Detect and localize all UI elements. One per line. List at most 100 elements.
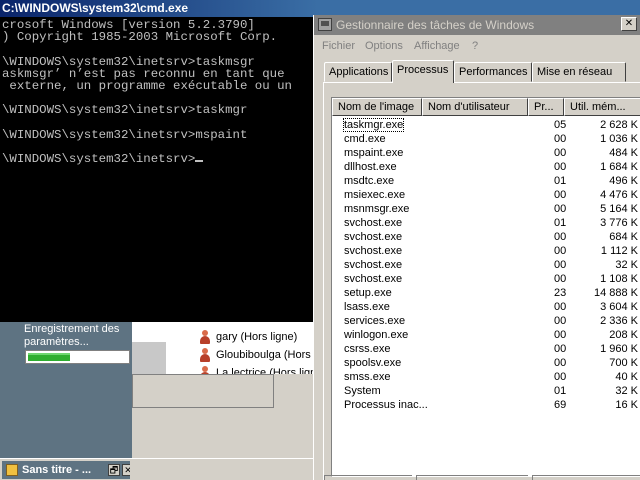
- table-row[interactable]: Processus inac... 69 16 K: [332, 398, 640, 412]
- menu-item-help[interactable]: ?: [472, 39, 478, 53]
- status-bar-segment: [532, 475, 640, 480]
- table-row[interactable]: msiexec.exe 00 4 476 K: [332, 188, 640, 202]
- taskbar-button-paint-label: Sans titre - ...: [22, 464, 92, 476]
- process-memory: 208 K: [609, 329, 638, 341]
- contact-item[interactable]: Gloubiboulga (Hors l: [198, 346, 316, 364]
- cmd-title-bar[interactable]: C:\WINDOWS\system32\cmd.exe: [0, 0, 318, 17]
- table-row[interactable]: cmd.exe 00 1 036 K: [332, 132, 640, 146]
- process-cpu: 00: [554, 161, 567, 173]
- column-header-cpu[interactable]: Pr...: [528, 98, 564, 116]
- column-header-image-name[interactable]: Nom de l'image: [332, 98, 422, 116]
- menu-item-affichage[interactable]: Affichage: [414, 39, 460, 53]
- table-row[interactable]: taskmgr.exe 05 2 628 K: [332, 118, 640, 132]
- task-manager-icon: [318, 18, 332, 31]
- table-row[interactable]: msnmsgr.exe 00 5 164 K: [332, 202, 640, 216]
- tab-mise-en-reseau[interactable]: Mise en réseau: [532, 62, 626, 82]
- process-cpu: 00: [554, 259, 567, 271]
- task-manager-window[interactable]: Gestionnaire des tâches de Windows ✕ Fic…: [313, 15, 640, 480]
- task-manager-title-bar[interactable]: Gestionnaire des tâches de Windows: [314, 15, 640, 35]
- process-name: csrss.exe: [344, 343, 391, 355]
- process-memory: 684 K: [609, 231, 638, 243]
- table-row[interactable]: smss.exe 00 40 K: [332, 370, 640, 384]
- cmd-console-output[interactable]: crosoft Windows [version 5.2.3790]) Copy…: [0, 17, 318, 322]
- process-memory: 496 K: [609, 175, 638, 187]
- close-icon[interactable]: ✕: [122, 464, 130, 476]
- process-name: lsass.exe: [344, 301, 390, 313]
- process-cpu: 01: [554, 217, 567, 229]
- process-name: spoolsv.exe: [344, 357, 402, 369]
- table-row[interactable]: mspaint.exe 00 484 K: [332, 146, 640, 160]
- process-cpu: 00: [554, 231, 567, 243]
- process-name: services.exe: [344, 315, 406, 327]
- process-name: msiexec.exe: [344, 189, 406, 201]
- restore-icon[interactable]: 🗗: [108, 464, 120, 476]
- process-list[interactable]: Nom de l'image Nom d'utilisateur Pr... U…: [331, 97, 640, 477]
- console-line: \WINDOWS\system32\inetsrv>taskmgr: [2, 103, 248, 118]
- process-name: svchost.exe: [344, 217, 403, 229]
- table-row[interactable]: svchost.exe 00 684 K: [332, 230, 640, 244]
- taskbar-button-paint[interactable]: Sans titre - ... 🗗 ✕: [2, 461, 130, 479]
- process-name: setup.exe: [344, 287, 392, 299]
- table-row[interactable]: svchost.exe 00 1 112 K: [332, 244, 640, 258]
- table-row[interactable]: services.exe 00 2 336 K: [332, 314, 640, 328]
- console-line: \WINDOWS\system32\inetsrv>: [2, 153, 318, 165]
- console-line: externe, un programme exécutable ou un: [2, 78, 292, 93]
- process-name: System: [344, 385, 381, 397]
- status-bar-segment: [324, 475, 412, 480]
- table-row[interactable]: svchost.exe 00 32 K: [332, 258, 640, 272]
- table-row[interactable]: lsass.exe 00 3 604 K: [332, 300, 640, 314]
- process-memory: 32 K: [615, 259, 638, 271]
- menu-item-fichier[interactable]: Fichier: [322, 39, 355, 53]
- table-row[interactable]: msdtc.exe 01 496 K: [332, 174, 640, 188]
- process-name: svchost.exe: [344, 273, 403, 285]
- process-memory: 484 K: [609, 147, 638, 159]
- saving-settings-label: Enregistrement des paramètres...: [24, 323, 120, 348]
- process-memory: 40 K: [615, 371, 638, 383]
- tab-processus[interactable]: Processus: [392, 60, 454, 83]
- contact-name: La lectrice (Hors ligne): [216, 367, 318, 374]
- paint-icon: [6, 464, 18, 476]
- tab-performances[interactable]: Performances: [454, 62, 532, 82]
- process-name: cmd.exe: [344, 133, 386, 145]
- table-row[interactable]: spoolsv.exe 00 700 K: [332, 356, 640, 370]
- table-row[interactable]: System 01 32 K: [332, 384, 640, 398]
- table-row[interactable]: dllhost.exe 00 1 684 K: [332, 160, 640, 174]
- process-cpu: 00: [554, 329, 567, 341]
- console-line: \WINDOWS\system32\inetsrv>taskmsgr: [2, 54, 255, 69]
- process-cpu: 05: [554, 119, 567, 131]
- contact-item[interactable]: La lectrice (Hors ligne): [198, 364, 318, 374]
- desktop: C:\WINDOWS\system32\cmd.exe crosoft Wind…: [0, 0, 640, 480]
- tab-applications[interactable]: Applications: [324, 62, 392, 82]
- process-memory: 1 036 K: [600, 133, 638, 145]
- status-bar: [314, 475, 640, 480]
- table-row[interactable]: svchost.exe 01 3 776 K: [332, 216, 640, 230]
- progress-bar-fill: [28, 353, 70, 361]
- process-memory: 2 628 K: [600, 119, 638, 131]
- column-header-memory[interactable]: Util. mém...: [564, 98, 640, 116]
- table-row[interactable]: setup.exe 23 14 888 K: [332, 286, 640, 300]
- process-cpu: 00: [554, 203, 567, 215]
- settings-panel: Enregistrement des paramètres...: [0, 322, 132, 458]
- status-bar-segment: [416, 475, 528, 480]
- process-name: msnmsgr.exe: [344, 203, 410, 215]
- cmd-window[interactable]: C:\WINDOWS\system32\cmd.exe crosoft Wind…: [0, 0, 318, 322]
- process-memory: 32 K: [615, 385, 638, 397]
- menu-item-options[interactable]: Options: [365, 39, 403, 53]
- text-cursor: [195, 160, 204, 163]
- table-row[interactable]: svchost.exe 00 1 108 K: [332, 272, 640, 286]
- contact-item[interactable]: gary (Hors ligne): [198, 328, 297, 346]
- contact-name: Gloubiboulga (Hors l: [216, 349, 317, 361]
- table-row[interactable]: csrss.exe 00 1 960 K: [332, 342, 640, 356]
- process-name: mspaint.exe: [344, 147, 404, 159]
- process-name: svchost.exe: [344, 231, 403, 243]
- close-icon[interactable]: ✕: [621, 17, 637, 31]
- process-memory: 5 164 K: [600, 203, 638, 215]
- column-header-user-name[interactable]: Nom d'utilisateur: [422, 98, 528, 116]
- process-memory: 14 888 K: [593, 287, 638, 299]
- contact-name: gary (Hors ligne): [216, 331, 298, 343]
- table-row[interactable]: winlogon.exe 00 208 K: [332, 328, 640, 342]
- process-memory: 3 604 K: [600, 301, 638, 313]
- process-cpu: 00: [554, 273, 567, 285]
- task-manager-title: Gestionnaire des tâches de Windows: [336, 18, 535, 32]
- process-cpu: 00: [554, 245, 567, 257]
